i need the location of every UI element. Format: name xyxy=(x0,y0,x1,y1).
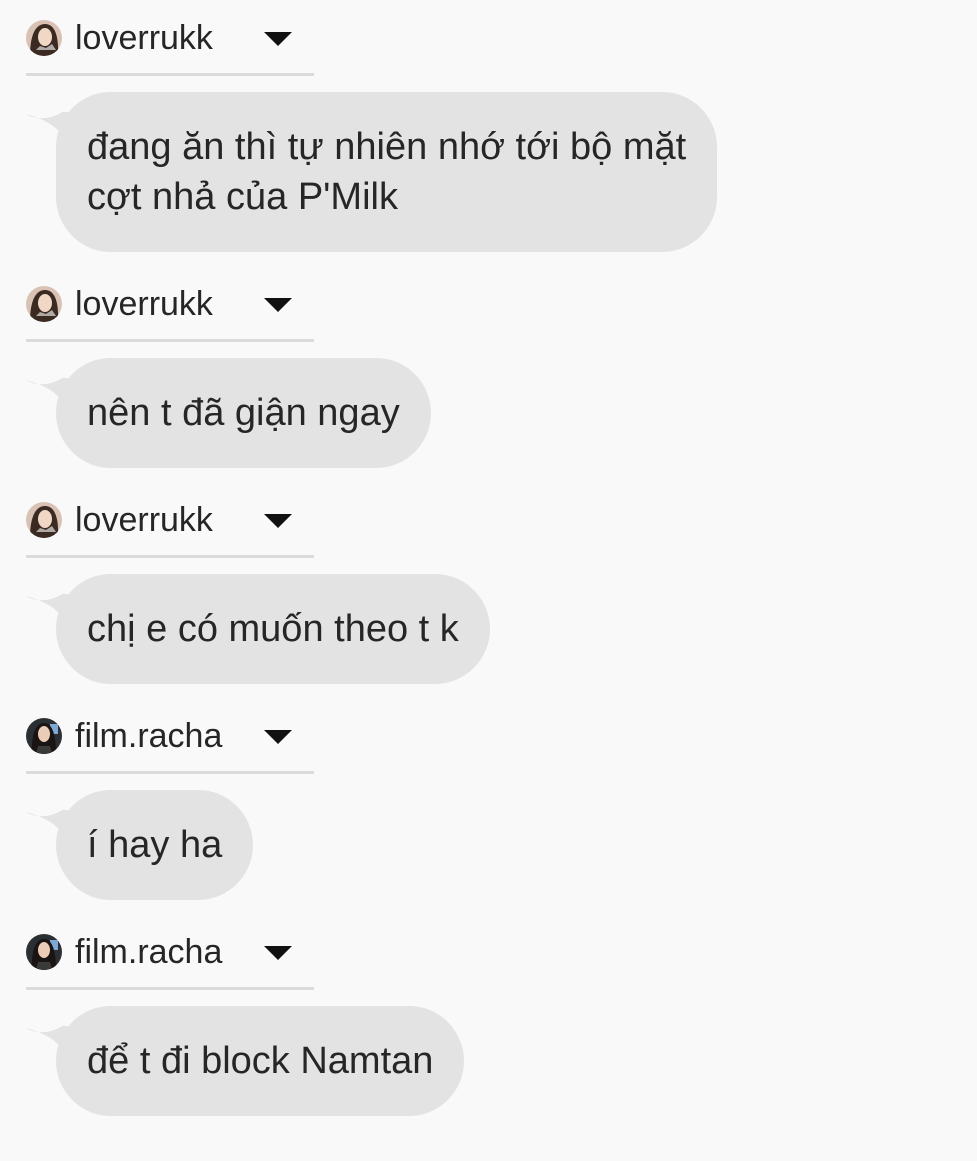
avatar[interactable] xyxy=(26,502,62,538)
avatar[interactable] xyxy=(26,718,62,754)
profile-photo-icon xyxy=(26,718,62,754)
chevron-down-icon[interactable] xyxy=(262,944,294,962)
message-group: loverrukk đang ăn thì tự nhiên nhớ tới b… xyxy=(0,0,977,266)
chevron-down-icon[interactable] xyxy=(262,296,294,314)
sender-username[interactable]: loverrukk xyxy=(75,18,213,58)
message-bubble[interactable]: chị e có muốn theo t k xyxy=(56,574,490,684)
message-bubble-wrap: để t đi block Namtan xyxy=(26,1006,465,1116)
message-bubble-wrap: đang ăn thì tự nhiên nhớ tới bộ mặt cợt … xyxy=(26,92,718,252)
chevron-down-icon[interactable] xyxy=(262,30,294,48)
profile-photo-icon xyxy=(26,286,62,322)
avatar[interactable] xyxy=(26,934,62,970)
message-sender-header[interactable]: loverrukk xyxy=(26,500,314,558)
avatar[interactable] xyxy=(26,20,62,56)
message-text-line: để t đi block Namtan xyxy=(87,1040,434,1082)
message-text-line: nên t đã giận ngay xyxy=(87,392,400,434)
message-group: loverrukk nên t đã giận ngay xyxy=(0,266,977,482)
message-group: film.racha để t đi block Namtan xyxy=(0,914,977,1130)
message-bubble-wrap: í hay ha xyxy=(26,790,254,900)
profile-photo-icon xyxy=(26,20,62,56)
profile-photo-icon xyxy=(26,934,62,970)
chevron-down-icon[interactable] xyxy=(262,728,294,746)
message-sender-header[interactable]: film.racha xyxy=(26,932,314,990)
message-text-line: chị e có muốn theo t k xyxy=(87,608,459,650)
message-sender-header[interactable]: loverrukk xyxy=(26,284,314,342)
sender-username[interactable]: film.racha xyxy=(75,716,222,756)
sender-username[interactable]: loverrukk xyxy=(75,284,213,324)
message-text-line: đang ăn thì tự nhiên nhớ tới bộ mặt xyxy=(87,126,687,168)
avatar[interactable] xyxy=(26,286,62,322)
message-bubble[interactable]: đang ăn thì tự nhiên nhớ tới bộ mặt cợt … xyxy=(56,92,718,252)
sender-username[interactable]: loverrukk xyxy=(75,500,213,540)
message-bubble[interactable]: í hay ha xyxy=(56,790,254,900)
message-bubble[interactable]: để t đi block Namtan xyxy=(56,1006,465,1116)
message-thread: loverrukk đang ăn thì tự nhiên nhớ tới b… xyxy=(0,0,977,1130)
message-sender-header[interactable]: film.racha xyxy=(26,716,314,774)
message-group: loverrukk chị e có muốn theo t k xyxy=(0,482,977,698)
chevron-down-icon[interactable] xyxy=(262,512,294,530)
sender-username[interactable]: film.racha xyxy=(75,932,222,972)
message-bubble-wrap: chị e có muốn theo t k xyxy=(26,574,490,684)
message-bubble[interactable]: nên t đã giận ngay xyxy=(56,358,431,468)
message-text-line: cợt nhả của P'Milk xyxy=(87,176,398,218)
message-text-line: í hay ha xyxy=(87,824,223,866)
profile-photo-icon xyxy=(26,502,62,538)
message-sender-header[interactable]: loverrukk xyxy=(26,18,314,76)
message-bubble-wrap: nên t đã giận ngay xyxy=(26,358,431,468)
message-group: film.racha í hay ha xyxy=(0,698,977,914)
